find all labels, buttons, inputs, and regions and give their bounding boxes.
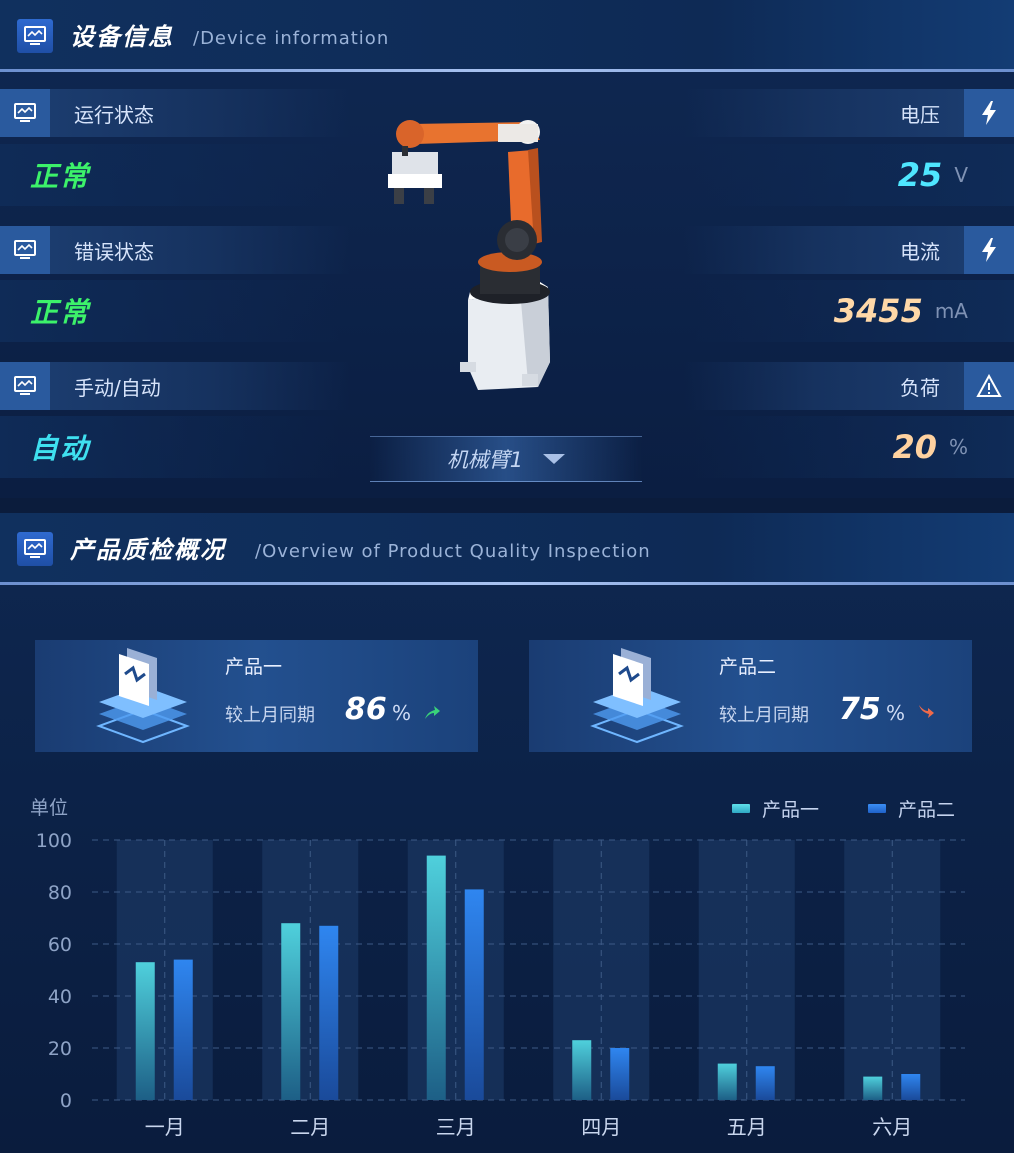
- load-value: 20: [892, 428, 937, 466]
- error-status-value: 正常: [30, 296, 91, 329]
- product-card-2: 产品二 较上月同期 75 %: [529, 640, 972, 752]
- y-tick-label: 100: [36, 830, 72, 852]
- current-label: 电流: [900, 239, 940, 264]
- run-status-value-row: 正常: [0, 144, 340, 206]
- voltage-label-row: 电压: [684, 89, 1014, 137]
- bar-1: [281, 923, 301, 1100]
- product-card-1: 产品一 较上月同期 86 %: [35, 640, 478, 752]
- robot-selector-dropdown[interactable]: 机械臂1: [370, 436, 642, 482]
- header-divider: [0, 582, 1014, 585]
- monitor-icon: [0, 89, 50, 137]
- bar-2: [319, 925, 339, 1100]
- bar-1: [717, 1063, 737, 1100]
- x-tick-label: 六月: [872, 1115, 912, 1139]
- error-status-label: 错误状态: [74, 239, 154, 264]
- chevron-down-icon[interactable]: [543, 454, 566, 464]
- device-info-header: 设备信息 /Device information: [0, 0, 1014, 72]
- current-unit: mA: [934, 299, 968, 323]
- trend-up-icon: [425, 706, 440, 719]
- bar-2: [464, 889, 484, 1100]
- bar-1: [426, 855, 446, 1100]
- y-tick-label: 40: [48, 986, 72, 1008]
- voltage-label: 电压: [900, 102, 940, 127]
- load-unit: %: [948, 435, 968, 459]
- monitor-icon: [17, 532, 53, 566]
- mode-value: 自动: [30, 432, 91, 465]
- load-value-row: 20 %: [694, 416, 1014, 478]
- y-tick-label: 80: [48, 882, 72, 904]
- compare-percent: 75: [839, 692, 881, 727]
- error-status-label-row: 错误状态: [0, 226, 350, 274]
- y-tick-label: 0: [60, 1090, 72, 1112]
- trend-down-icon: [919, 705, 934, 718]
- compare-label: 较上月同期: [225, 705, 315, 726]
- x-tick-label: 一月: [145, 1115, 185, 1139]
- percent-unit: %: [886, 701, 906, 725]
- bar-2: [755, 1066, 775, 1100]
- mode-label-row: 手动/自动: [0, 362, 350, 410]
- error-status-value-row: 正常: [0, 280, 340, 342]
- run-status-label-row: 运行状态: [0, 89, 350, 137]
- mode-label: 手动/自动: [74, 375, 161, 400]
- voltage-value-row: 25 V: [694, 144, 1014, 206]
- product-stack-icon: [590, 648, 684, 744]
- x-tick-label: 五月: [727, 1115, 767, 1139]
- bar-1: [572, 1040, 592, 1100]
- run-status-label: 运行状态: [74, 102, 154, 127]
- current-value-row: 3455 mA: [694, 280, 1014, 342]
- monitor-icon: [0, 362, 50, 410]
- mode-value-row: 自动: [0, 416, 340, 478]
- product-name: 产品一: [225, 656, 283, 678]
- product-stack-icon: [96, 648, 190, 744]
- bar-1: [135, 962, 155, 1100]
- run-status-value: 正常: [30, 160, 91, 193]
- bar-1: [863, 1076, 883, 1100]
- bar-2: [610, 1048, 630, 1100]
- load-label-row: 负荷: [684, 362, 1014, 410]
- monitor-icon: [0, 226, 50, 274]
- y-axis-label: 单位: [30, 797, 68, 819]
- current-label-row: 电流: [684, 226, 1014, 274]
- quality-overview-subtitle: /Overview of Product Quality Inspection: [255, 541, 651, 562]
- device-info-panel: 设备信息 /Device information 运行状态 正常 错误状态 正常…: [0, 0, 1014, 498]
- device-info-title: 设备信息: [70, 23, 174, 51]
- bar-2: [901, 1074, 921, 1100]
- product-name: 产品二: [719, 656, 777, 678]
- bar-2: [173, 959, 193, 1100]
- x-tick-label: 二月: [290, 1115, 330, 1139]
- x-tick-label: 三月: [436, 1115, 476, 1139]
- robot-arm-image: [388, 120, 550, 390]
- quality-bar-chart: 单位 0 20 40 60 80 100 一月 二月 三月 四月 五月 六月: [30, 797, 965, 1139]
- lightning-icon: [964, 89, 1014, 137]
- robot-selector-label: 机械臂1: [446, 448, 524, 472]
- monitor-icon: [17, 19, 53, 53]
- compare-label: 较上月同期: [719, 705, 809, 726]
- load-label: 负荷: [900, 375, 940, 400]
- quality-overview-header: 产品质检概况 /Overview of Product Quality Insp…: [0, 513, 1014, 585]
- y-tick-label: 20: [48, 1038, 72, 1060]
- current-value: 3455: [833, 292, 923, 330]
- warning-icon: [964, 362, 1014, 410]
- quality-overview-title: 产品质检概况: [70, 536, 226, 564]
- chart-layer: 0 20 40 60 80 100 一月 二月 三月 四月 五月 六月: [36, 830, 965, 1139]
- voltage-unit: V: [954, 163, 968, 187]
- compare-percent: 86: [345, 692, 387, 727]
- lightning-icon: [964, 226, 1014, 274]
- voltage-value: 25: [897, 156, 943, 194]
- y-tick-label: 60: [48, 934, 72, 956]
- x-tick-label: 四月: [581, 1115, 621, 1139]
- device-info-subtitle: /Device information: [193, 28, 390, 49]
- header-divider: [0, 69, 1014, 72]
- percent-unit: %: [392, 701, 412, 725]
